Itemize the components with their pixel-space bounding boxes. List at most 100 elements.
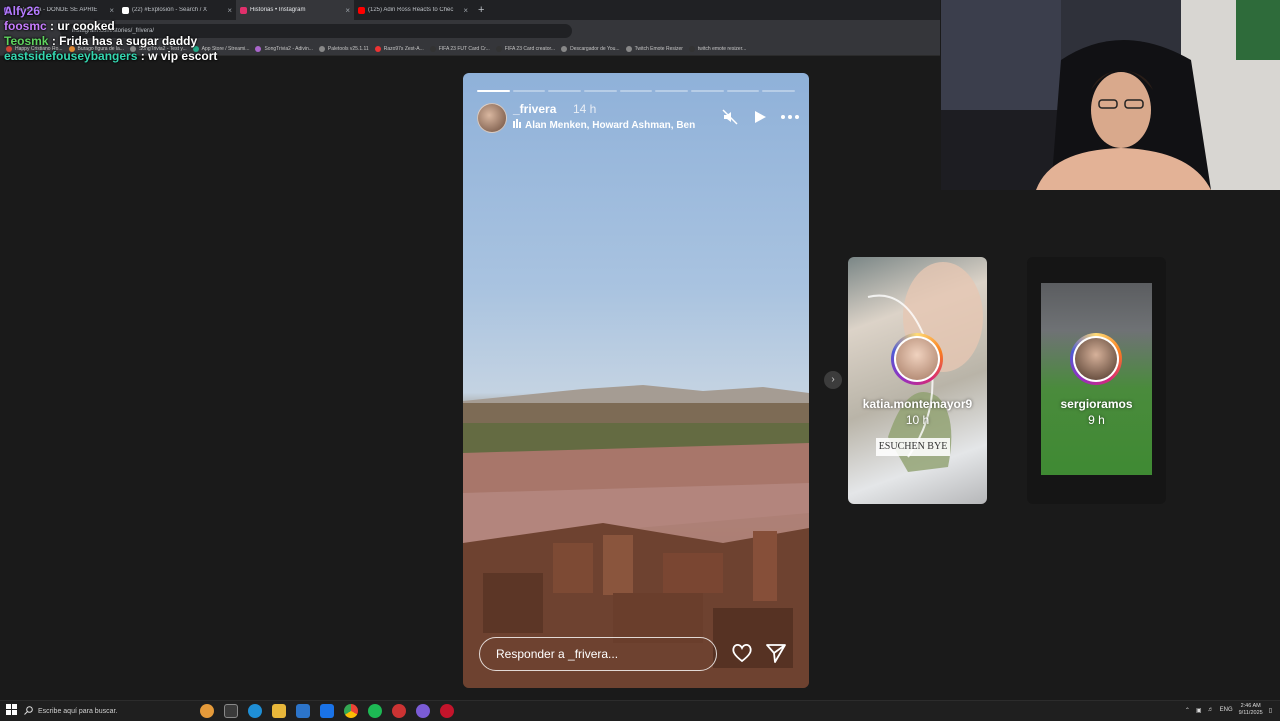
- edge-icon[interactable]: [248, 704, 262, 718]
- reply-input[interactable]: Responder a _frivera...: [479, 637, 717, 671]
- more-options-icon[interactable]: [780, 109, 800, 128]
- bookmark-favicon-icon: [625, 45, 632, 52]
- send-icon[interactable]: [765, 643, 787, 668]
- bookmark-favicon-icon: [318, 45, 325, 52]
- avatar[interactable]: [477, 103, 507, 133]
- chat-username[interactable]: Alfy26: [4, 4, 40, 18]
- story-progress-bar: [477, 90, 796, 92]
- bookmark-favicon-icon: [495, 45, 502, 52]
- avatar: [1070, 333, 1122, 385]
- taskbar-search-placeholder: Escribe aquí para buscar.: [38, 707, 118, 715]
- chat-text: : Frida has a sugar daddy: [51, 34, 198, 48]
- new-tab-icon[interactable]: +: [472, 4, 490, 16]
- bookmark-favicon-icon: [688, 45, 695, 52]
- taskbar-clock[interactable]: 2:46 AM 9/11/2025: [1239, 703, 1263, 717]
- taskbar-apps: [200, 704, 454, 718]
- mute-icon[interactable]: [722, 109, 738, 128]
- bookmark-favicon-icon: [429, 45, 436, 52]
- search-icon: [24, 705, 33, 717]
- play-icon[interactable]: [753, 109, 767, 128]
- bookmark-item[interactable]: FIFA 23 Card creator...: [495, 45, 556, 52]
- story-viewer[interactable]: _frivera 14 h Alan Menken, Howard Ashman…: [463, 73, 809, 688]
- tab-favicon-icon: [358, 6, 365, 14]
- chat-message: eastsidefouseybangers : w vip escort: [4, 49, 274, 64]
- story-landscape-image: [463, 385, 809, 688]
- mail-icon[interactable]: [320, 704, 334, 718]
- windows-start-icon[interactable]: [6, 704, 18, 718]
- story-progress-segment: [762, 90, 796, 92]
- next-story-card[interactable]: katia.montemayor9 10 h ESUCHEN BYE: [848, 257, 987, 504]
- discord-icon[interactable]: [416, 704, 430, 718]
- obs-icon[interactable]: [392, 704, 406, 718]
- close-tab-icon[interactable]: ×: [345, 6, 350, 15]
- story-progress-segment: [477, 90, 510, 92]
- story-progress-segment: [584, 90, 617, 92]
- music-label: Alan Menken, Howard Ashman, Ben: [525, 119, 696, 131]
- chat-message: foosmc : ur cooked: [4, 19, 274, 34]
- bookmark-item[interactable]: Paletools v25.1.11: [318, 45, 369, 52]
- stream-chat-overlay: Alfy26 foosmc : ur cooked Teosmk : Frida …: [4, 4, 274, 64]
- bookmark-label: Twitch Emote Resizer: [634, 45, 683, 52]
- story-time: 14 h: [573, 102, 597, 116]
- search-highlight-icon[interactable]: [200, 704, 214, 718]
- bookmark-item[interactable]: twitch emote resizer...: [688, 45, 747, 52]
- bookmark-item[interactable]: Razo97s Zest-A...: [374, 45, 424, 52]
- story-progress-segment: [726, 90, 760, 92]
- chat-text: : w vip escort: [140, 49, 218, 63]
- bookmark-label: FIFA 23 FUT Card Cr...: [438, 45, 490, 52]
- story-header: _frivera 14 h Alan Menken, Howard Ashman…: [477, 101, 800, 135]
- story-progress-segment: [512, 90, 546, 92]
- notification-icon[interactable]: ▯: [1269, 707, 1272, 714]
- streamer-webcam: [941, 0, 1280, 190]
- next-story-username: sergioramos: [1060, 397, 1133, 411]
- chat-username[interactable]: Teosmk: [4, 34, 48, 48]
- story-username[interactable]: _frivera: [513, 102, 556, 116]
- story-progress-segment: [655, 90, 689, 92]
- next-story-time: 10 h: [905, 413, 930, 427]
- story-progress-segment: [619, 90, 653, 92]
- equalizer-icon: [513, 119, 521, 131]
- store-icon[interactable]: [296, 704, 310, 718]
- next-story-username: katia.montemayor9: [862, 397, 973, 411]
- taskbar-time: 2:46 AM: [1240, 703, 1261, 709]
- heart-icon[interactable]: [731, 643, 753, 668]
- chrome-icon[interactable]: [344, 704, 358, 718]
- system-tray: ⌃ ▣ ♬ ENG 2:46 AM 9/11/2025 ▯: [1185, 703, 1272, 717]
- bookmark-item[interactable]: FIFA 23 FUT Card Cr...: [429, 45, 490, 52]
- story-sticker-text: ESUCHEN BYE: [876, 438, 950, 456]
- chat-text: : ur cooked: [50, 19, 115, 33]
- taskbar-date: 9/11/2025: [1238, 710, 1263, 716]
- chevron-up-icon[interactable]: ⌃: [1185, 707, 1190, 714]
- tab-title: (125) Adin Ross Reacts to Chec: [368, 7, 454, 13]
- language-indicator[interactable]: ENG: [1220, 707, 1233, 713]
- next-story-card[interactable]: sergioramos 9 h: [1027, 257, 1166, 504]
- webcam-feed-image: [941, 0, 1280, 190]
- bookmark-label: twitch emote resizer...: [697, 45, 747, 52]
- task-view-icon[interactable]: [224, 704, 238, 718]
- spotify-icon[interactable]: [368, 704, 382, 718]
- bookmark-label: Descargador de You...: [570, 45, 620, 52]
- story-progress-segment: [548, 90, 582, 92]
- browser-tab[interactable]: (125) Adin Ross Reacts to Chec ×: [354, 0, 472, 20]
- chat-message: Teosmk : Frida has a sugar daddy: [4, 34, 274, 49]
- next-story-arrow-icon[interactable]: ›: [824, 371, 842, 389]
- taskbar-search[interactable]: Escribe aquí para buscar.: [24, 703, 204, 719]
- story-music[interactable]: Alan Menken, Howard Ashman, Ben: [513, 119, 695, 131]
- bookmark-label: Paletools v25.1.11: [327, 45, 369, 52]
- story-progress-segment: [691, 90, 724, 92]
- bookmark-favicon-icon: [561, 45, 568, 52]
- chat-username[interactable]: eastsidefouseybangers: [4, 49, 137, 63]
- bookmark-favicon-icon: [374, 45, 381, 52]
- avatar: [891, 333, 943, 385]
- windows-taskbar: Escribe aquí para buscar. ⌃ ▣ ♬ ENG 2:46…: [0, 700, 1280, 721]
- bookmark-item[interactable]: Descargador de You...: [561, 45, 620, 52]
- app-icon[interactable]: [440, 704, 454, 718]
- bookmark-label: FIFA 23 Card creator...: [504, 45, 556, 52]
- chat-username[interactable]: foosmc: [4, 19, 47, 33]
- close-tab-icon[interactable]: ×: [463, 6, 468, 15]
- file-explorer-icon[interactable]: [272, 704, 286, 718]
- network-icon[interactable]: ▣: [1196, 707, 1202, 714]
- bookmark-item[interactable]: Twitch Emote Resizer: [625, 45, 683, 52]
- bookmark-label: Razo97s Zest-A...: [383, 45, 424, 52]
- volume-icon[interactable]: ♬: [1208, 707, 1214, 713]
